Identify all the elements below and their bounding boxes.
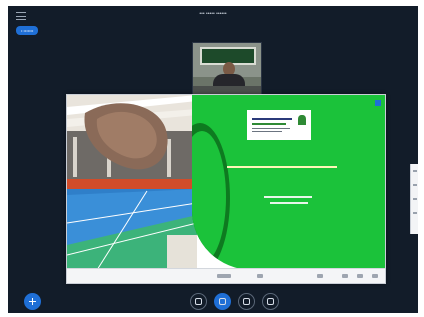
zoom-in-icon[interactable]	[357, 274, 363, 278]
plus-icon	[29, 298, 36, 305]
bottom-control-bar	[8, 283, 418, 313]
camera-icon	[243, 298, 250, 305]
notification-line	[413, 198, 417, 200]
webcam-floor	[193, 86, 261, 94]
meeting-app: ••• ••••• •••••• • •••••••	[0, 0, 424, 317]
webcam-video[interactable]	[192, 42, 262, 95]
actions-plus-button[interactable]	[24, 293, 41, 310]
slide-subtitle-text	[270, 202, 308, 204]
logo-text-line	[252, 123, 286, 125]
microphone-icon	[219, 298, 226, 305]
camera-button[interactable]	[238, 293, 255, 310]
university-logo	[247, 110, 311, 140]
presentation-toolbar	[67, 268, 385, 283]
prev-slide-icon[interactable]	[257, 274, 263, 278]
slide-corner-icon[interactable]	[375, 100, 381, 106]
logo-text-line	[252, 128, 290, 129]
slide-author-text	[264, 196, 312, 198]
slide-photo-sports-hall	[67, 95, 197, 270]
screen-share-button[interactable]	[262, 293, 279, 310]
screen-share-icon	[267, 298, 274, 305]
page-indicator	[217, 274, 231, 278]
slide-title-text	[227, 166, 337, 168]
microphone-button[interactable]	[214, 293, 231, 310]
next-slide-icon[interactable]	[317, 274, 323, 278]
notification-line	[413, 170, 417, 172]
zoom-out-icon[interactable]	[342, 274, 348, 278]
audio-button[interactable]	[190, 293, 207, 310]
meeting-title: ••• ••••• ••••••	[199, 11, 227, 17]
recording-badge[interactable]: • •••••••	[16, 26, 39, 35]
top-bar: ••• ••••• ••••••	[8, 6, 418, 26]
notification-panel[interactable]	[410, 164, 418, 234]
menu-icon[interactable]	[16, 12, 26, 20]
presentation-slide	[67, 95, 385, 270]
audio-icon	[195, 298, 202, 305]
notification-line	[413, 184, 417, 186]
logo-text-line	[252, 131, 282, 132]
logo-text-line	[252, 118, 292, 120]
fullscreen-icon[interactable]	[372, 274, 378, 278]
notification-line	[413, 212, 417, 214]
logo-emblem	[298, 115, 306, 125]
presentation-viewer[interactable]	[66, 94, 386, 284]
